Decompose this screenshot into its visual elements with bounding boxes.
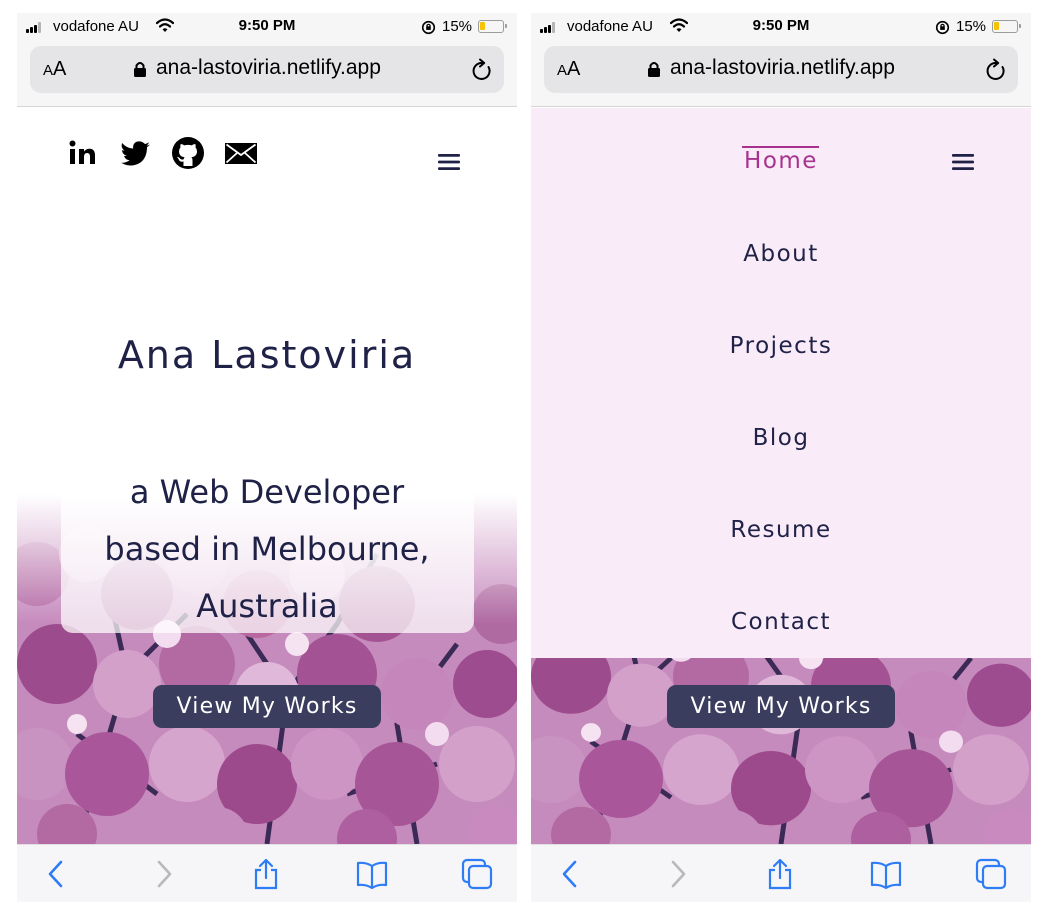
view-my-works-button[interactable]: View My Works [153,685,381,728]
url-text[interactable]: ana-lastoviria.netlify.app [670,56,895,80]
battery-percent: 15% [442,18,473,35]
reload-icon[interactable] [471,58,493,82]
lock-icon [134,62,146,77]
status-bar: vodafone AU 9:50 PM 15% [531,13,1031,43]
forward-icon[interactable] [661,858,693,890]
menu-item-about[interactable]: About [531,241,1031,267]
hamburger-menu-icon[interactable] [952,153,974,171]
view-my-works-button[interactable]: View My Works [667,685,895,728]
forward-icon[interactable] [147,858,179,890]
tagline-line: based in Melbourne, [104,530,430,568]
lock-icon [648,62,660,77]
text-size-button[interactable]: AA [43,58,66,81]
bookmarks-icon[interactable] [870,858,902,890]
email-icon[interactable] [224,136,258,170]
github-icon[interactable] [171,136,205,170]
battery-icon [478,20,507,33]
browser-address-area: AA ana-lastoviria.netlify.app [531,43,1031,107]
address-bar[interactable]: AA ana-lastoviria.netlify.app [30,46,504,93]
hero-name: Ana Lastoviria [117,333,417,377]
linkedin-icon[interactable] [67,136,101,170]
share-icon[interactable] [764,858,796,890]
tagline-line: a Web Developer [129,473,405,511]
tabs-icon[interactable] [461,858,493,890]
browser-toolbar [17,844,517,902]
text-size-button[interactable]: AA [557,58,580,81]
share-icon[interactable] [250,858,282,890]
menu-item-contact[interactable]: Contact [531,609,1031,635]
phone-screen-menu-open: vodafone AU 9:50 PM 15% AA ana-lastoviri… [531,13,1031,902]
phone-screen-home: vodafone AU 9:50 PM 15% AA ana-lastoviri… [17,13,517,902]
tagline-line: Australia [196,587,338,625]
web-page: Ana Lastoviria a Web Developer based in … [17,108,517,844]
url-text[interactable]: ana-lastoviria.netlify.app [156,56,381,80]
browser-toolbar [531,844,1031,902]
tabs-icon[interactable] [975,858,1007,890]
battery-percent: 15% [956,18,987,35]
status-bar: vodafone AU 9:50 PM 15% [17,13,517,43]
address-bar[interactable]: AA ana-lastoviria.netlify.app [544,46,1018,93]
battery-icon [992,20,1021,33]
hamburger-menu-icon[interactable] [438,153,460,171]
reload-icon[interactable] [985,58,1007,82]
orientation-lock-icon [935,20,950,35]
tagline: a Web Developer based in Melbourne, Aust… [17,464,517,635]
menu-item-projects[interactable]: Projects [531,333,1031,359]
menu-item-resume[interactable]: Resume [531,517,1031,543]
orientation-lock-icon [421,20,436,35]
twitter-icon[interactable] [119,136,153,170]
menu-item-blog[interactable]: Blog [531,425,1031,451]
web-page: Home About Projects Blog Resume Contact … [531,108,1031,844]
back-icon[interactable] [41,858,73,890]
back-icon[interactable] [555,858,587,890]
bookmarks-icon[interactable] [356,858,388,890]
browser-address-area: AA ana-lastoviria.netlify.app [17,43,517,107]
nav-menu: Home About Projects Blog Resume Contact [531,108,1031,658]
